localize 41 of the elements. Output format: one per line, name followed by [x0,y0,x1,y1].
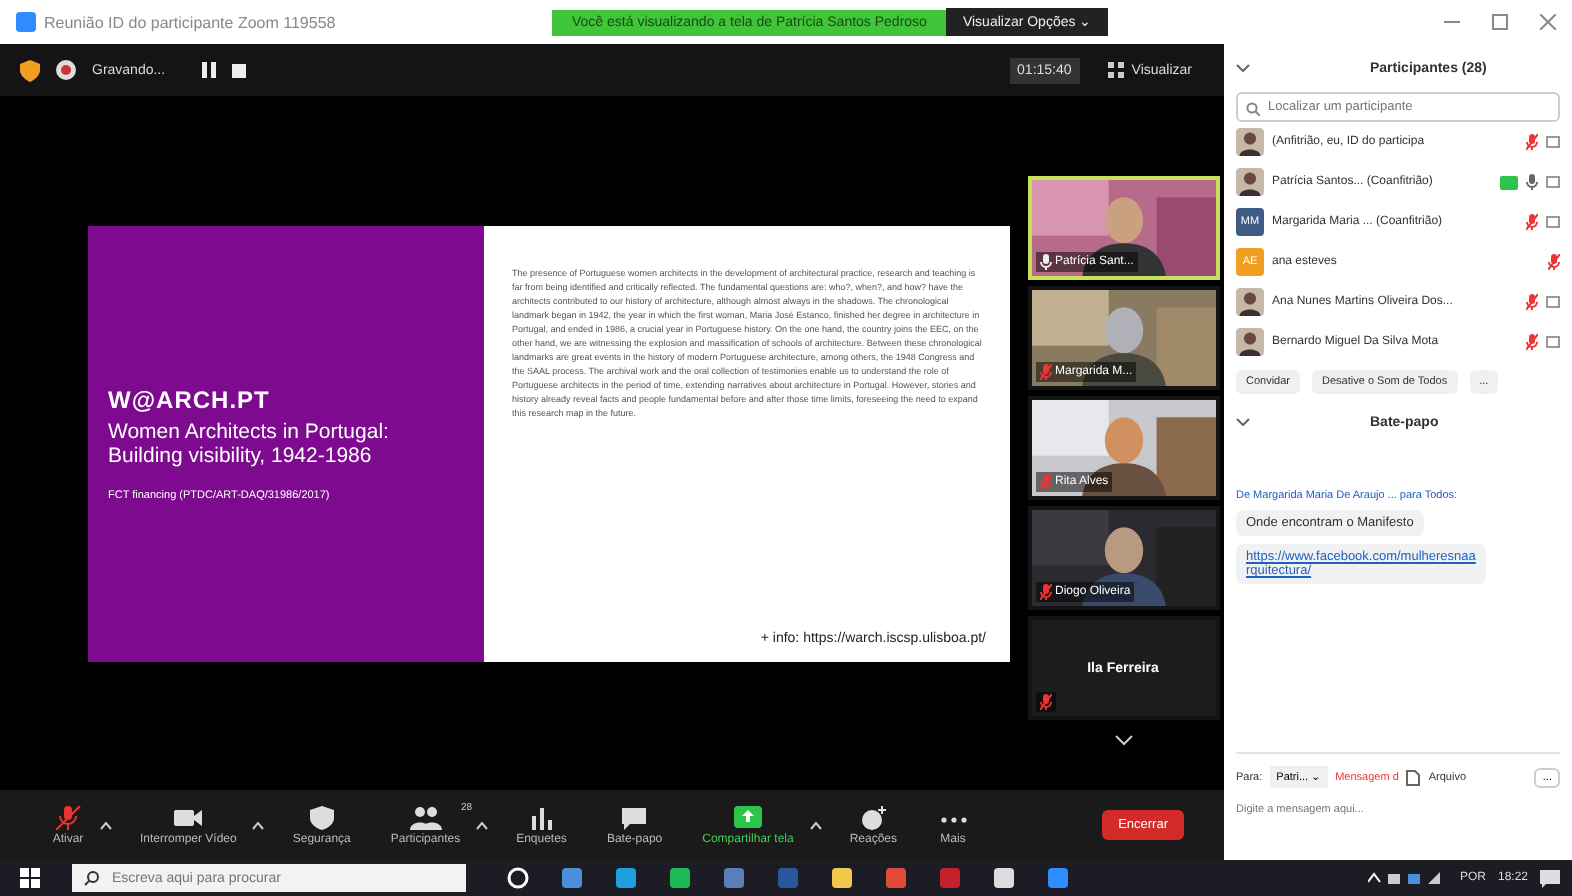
camera-icon [1546,216,1560,228]
chevron-down-icon[interactable] [1236,418,1250,426]
close-icon[interactable] [1540,14,1556,30]
file-icon[interactable] [1406,769,1421,785]
task-view-icon[interactable] [506,866,530,890]
caret-icon[interactable] [476,821,489,829]
stop-icon[interactable] [231,63,246,77]
taskbar-app-icon[interactable] [668,866,692,890]
notification-icon[interactable] [1540,869,1560,887]
avatar [1236,288,1264,316]
chat-bubble-icon [618,805,651,829]
pause-icon[interactable] [201,62,216,78]
slide-brand: W@ARCH.PT [108,385,272,413]
shield-icon [305,805,338,829]
people-icon [409,805,442,829]
caret-icon[interactable] [809,821,822,829]
avatar [1236,128,1264,156]
record-icon [56,60,76,80]
taskbar-app-icon[interactable] [830,866,854,890]
avatar [1236,168,1264,196]
caret-icon[interactable] [100,821,112,829]
caret-icon[interactable] [252,821,265,829]
taskbar-app-icon[interactable] [614,866,638,890]
grid-icon [1107,62,1124,78]
taskbar-app-icon[interactable] [1046,866,1070,890]
shield-icon[interactable] [20,59,40,81]
camera-icon [1546,336,1560,348]
microphone-off-icon [52,805,84,829]
avatar [1236,328,1264,356]
slide-title: Women Architects in Portugal: Building visibility, 1942-1986 [108,419,391,467]
share-screen-icon [731,805,764,829]
camera-icon [1546,176,1560,188]
taskbar-app-icon[interactable] [560,866,584,890]
taskbar-app-icon[interactable] [992,866,1016,890]
camera-icon [1546,136,1560,148]
video-camera-icon [172,805,205,829]
window-title: Reunião ID do participante Zoom 119558 [44,13,336,31]
windows-start-icon[interactable] [20,868,40,888]
camera-icon [1546,296,1560,308]
chevron-down-icon[interactable] [1236,64,1250,72]
maximize-icon[interactable] [1492,14,1508,30]
